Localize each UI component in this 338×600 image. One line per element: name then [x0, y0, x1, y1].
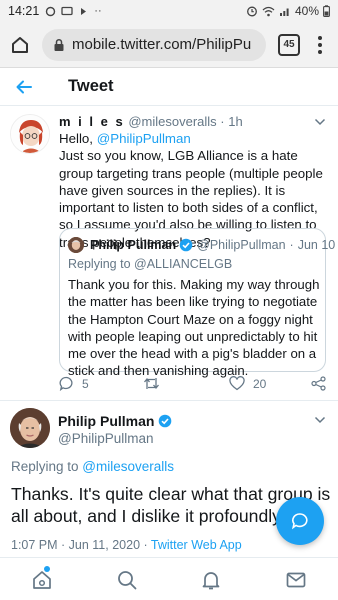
verified-badge-icon	[159, 414, 172, 428]
avatar[interactable]	[10, 114, 50, 154]
reply-count: 5	[82, 376, 89, 391]
quoted-tweet-text: Thank you for this. Making my way throug…	[68, 277, 320, 379]
quoted-avatar	[68, 237, 84, 253]
nav-messages[interactable]	[284, 568, 308, 592]
retweet-icon	[144, 377, 159, 390]
nav-home[interactable]	[30, 566, 54, 592]
chevron-down-icon[interactable]	[314, 415, 326, 425]
page-title: Tweet	[68, 77, 114, 95]
reply-icon	[59, 376, 73, 391]
unread-indicator	[44, 566, 50, 572]
divider	[0, 400, 338, 401]
status-bar: 14:21 ·· 40%	[0, 0, 338, 22]
quoted-display-name: Philip Pullman	[90, 238, 177, 252]
mail-icon	[286, 572, 306, 588]
quoted-replying-to: Replying to @ALLIANCELGB	[68, 257, 233, 271]
nav-notifications[interactable]	[199, 568, 223, 592]
alarm-icon	[247, 6, 257, 17]
tab-switcher-button[interactable]: 45	[278, 33, 300, 56]
tweet-metadata: 1:07 PM · Jun 11, 2020 · Twitter Web App	[11, 538, 242, 552]
lock-icon	[54, 38, 64, 51]
menu-dot	[318, 35, 322, 40]
tweet-header: m i l e s @milesoveralls · 1h	[59, 114, 243, 129]
reply-button[interactable]: 5	[59, 376, 89, 391]
verified-badge-icon	[179, 238, 193, 252]
tweet-actions: 5 20	[59, 376, 331, 396]
menu-dot	[318, 49, 322, 54]
retweet-button[interactable]	[143, 376, 160, 391]
signal-icon	[279, 8, 289, 16]
home-icon	[33, 571, 51, 589]
wifi-icon	[262, 6, 275, 16]
page-header: Tweet	[0, 68, 338, 106]
quoted-handle: @PhilipPullman	[197, 238, 286, 252]
quoted-date: Jun 10	[297, 238, 336, 252]
tweet-source[interactable]: Twitter Web App	[151, 538, 242, 552]
display-name: Philip Pullman	[58, 413, 155, 429]
arrow-left-icon	[16, 80, 32, 93]
mention-link[interactable]: @milesoveralls	[82, 459, 174, 474]
quoted-tweet[interactable]: Philip Pullman @PhilipPullman · Jun 10 R…	[59, 228, 335, 378]
chevron-down-icon[interactable]	[314, 117, 326, 127]
message-icon	[61, 6, 73, 15]
display-name[interactable]: m i l e s	[59, 114, 125, 129]
battery-icon	[323, 5, 330, 17]
heart-icon	[229, 376, 245, 391]
like-button[interactable]: 20	[229, 376, 266, 391]
separator-dot: ·	[220, 114, 225, 129]
compose-icon	[291, 513, 308, 530]
avatar-photo	[10, 408, 50, 448]
address-bar[interactable]: mobile.twitter.com/PhilipPu	[42, 28, 266, 61]
avatar-photo	[68, 237, 84, 253]
notification-icon	[46, 6, 56, 16]
compose-button[interactable]	[276, 497, 324, 545]
author-name[interactable]: Philip Pullman	[58, 413, 172, 429]
menu-dot	[318, 42, 322, 47]
replying-to: Replying to @milesoveralls	[11, 459, 174, 474]
greeting-text: Hello,	[59, 131, 97, 146]
quoted-tweet-header: Philip Pullman @PhilipPullman · Jun 10	[68, 237, 335, 253]
bottom-navigation	[0, 557, 338, 600]
status-system-icons: 40%	[246, 4, 330, 18]
avatar-illustration	[11, 115, 49, 153]
more-dots-icon: ··	[94, 5, 102, 17]
share-icon	[311, 376, 326, 391]
user-handle[interactable]: @PhilipPullman	[58, 431, 154, 446]
browser-home-button[interactable]	[8, 33, 32, 57]
share-button[interactable]	[311, 376, 326, 391]
mention-link[interactable]: @PhilipPullman	[97, 131, 191, 146]
tweet-time[interactable]: 1h	[228, 114, 242, 129]
status-time: 14:21	[8, 4, 40, 18]
user-handle[interactable]: @milesoveralls	[128, 114, 216, 129]
browser-menu-button[interactable]	[310, 33, 330, 57]
search-icon	[118, 571, 137, 590]
avatar[interactable]	[10, 408, 50, 448]
browser-toolbar: mobile.twitter.com/PhilipPu 45	[0, 22, 338, 68]
like-count: 20	[253, 376, 267, 391]
bell-icon	[202, 572, 220, 590]
replying-prefix: Replying to	[11, 459, 83, 474]
battery-level: 40%	[294, 4, 319, 18]
nav-search[interactable]	[115, 568, 139, 592]
back-button[interactable]	[12, 75, 36, 99]
separator-dot: ·	[289, 238, 294, 252]
tweet-timestamp[interactable]: 1:07 PM · Jun 11, 2020 ·	[11, 538, 151, 552]
url-text: mobile.twitter.com/PhilipPu	[72, 36, 252, 53]
app-icon	[81, 7, 87, 15]
home-icon	[12, 36, 28, 53]
status-notification-icons: ··	[45, 5, 102, 17]
